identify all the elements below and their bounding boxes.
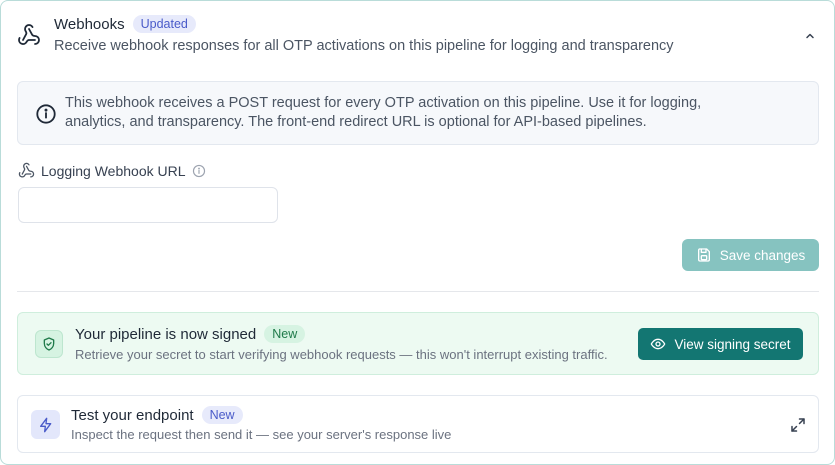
section-divider: [17, 291, 819, 292]
webhook-url-input[interactable]: [18, 187, 278, 223]
bolt-badge: [31, 410, 60, 439]
help-info-icon[interactable]: [192, 164, 206, 178]
url-field-label-row: Logging Webhook URL: [18, 162, 206, 179]
new-badge: New: [201, 406, 243, 424]
webhook-icon: [18, 24, 40, 45]
test-endpoint-panel[interactable]: Test your endpoint New Inspect the reque…: [17, 395, 819, 453]
chevron-up-icon[interactable]: [801, 27, 819, 45]
save-icon: [697, 248, 710, 262]
info-callout: This webhook receives a POST request for…: [17, 81, 819, 145]
shield-badge: [35, 330, 63, 358]
save-changes-label: Save changes: [719, 247, 806, 263]
bolt-icon: [39, 417, 51, 432]
webhooks-card: Webhooks Updated Receive webhook respons…: [0, 0, 835, 465]
section-title: Webhooks: [54, 15, 125, 33]
test-endpoint-title: Test your endpoint: [71, 406, 194, 424]
webhooks-header[interactable]: Webhooks Updated Receive webhook respons…: [1, 1, 834, 69]
info-text: This webhook receives a POST request for…: [65, 95, 702, 130]
new-badge: New: [264, 325, 306, 343]
section-subtitle: Receive webhook responses for all OTP ac…: [54, 38, 674, 54]
save-changes-button[interactable]: Save changes: [682, 239, 819, 271]
shield-check-icon: [43, 337, 55, 351]
test-endpoint-subtitle: Inspect the request then send it — see y…: [71, 427, 452, 442]
signed-subtitle: Retrieve your secret to start verifying …: [75, 347, 608, 362]
info-circle-icon: [36, 104, 56, 124]
url-field-label: Logging Webhook URL: [41, 162, 186, 179]
expand-icon[interactable]: [789, 416, 807, 434]
updated-badge: Updated: [132, 15, 196, 33]
eye-icon: [651, 338, 666, 350]
webhook-icon: [18, 162, 35, 178]
signed-banner: Your pipeline is now signed New Retrieve…: [17, 312, 819, 375]
view-signing-secret-button[interactable]: View signing secret: [638, 328, 803, 360]
view-signing-secret-label: View signing secret: [674, 336, 791, 352]
signed-title: Your pipeline is now signed: [75, 325, 257, 343]
